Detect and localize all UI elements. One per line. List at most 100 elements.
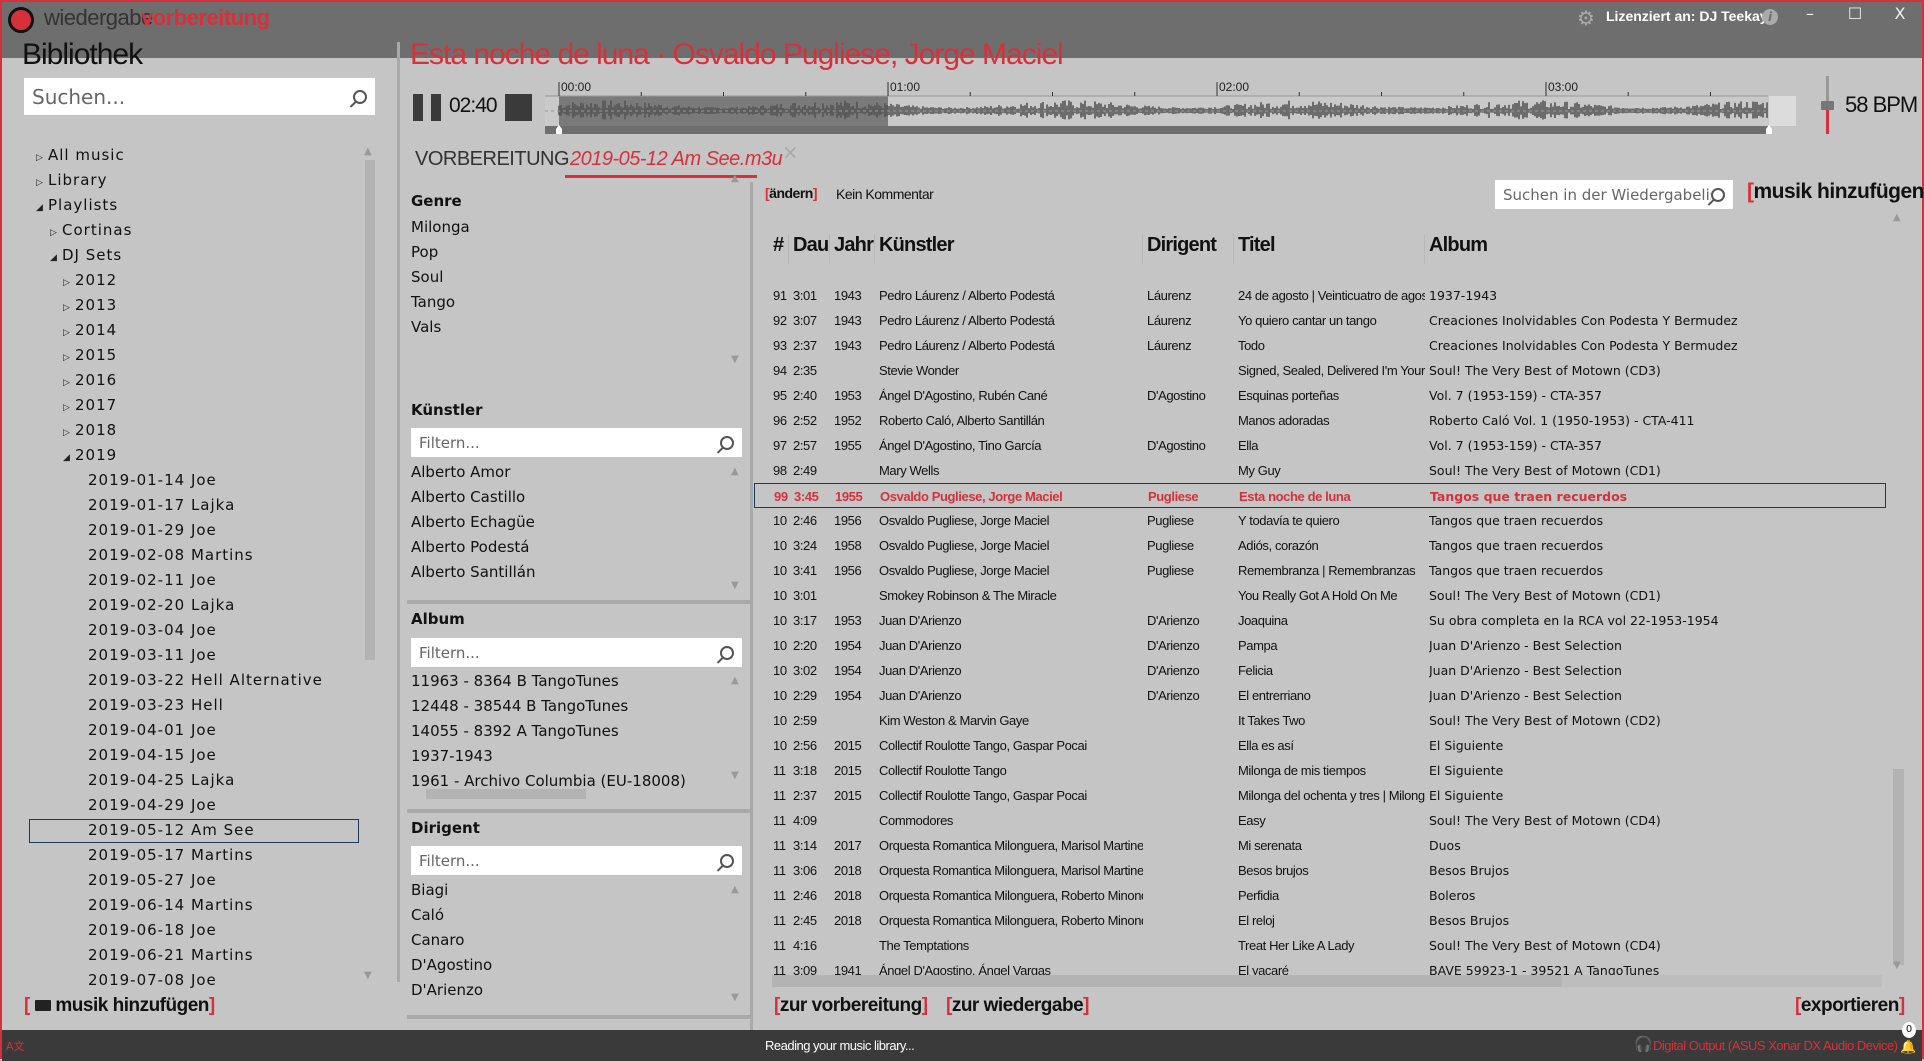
expanded-arrow-icon[interactable]: ◢ [36, 196, 48, 221]
table-row[interactable]: 932:371943Pedro Láurenz / Alberto Podest… [754, 333, 1886, 358]
column-header[interactable]: Album [1424, 234, 1884, 264]
filter-genre-item[interactable]: Soul [411, 265, 443, 290]
scroll-down-icon[interactable]: ▼ [731, 580, 739, 591]
tree-item[interactable]: 2019-02-08 Martins [88, 543, 254, 568]
tree-item[interactable]: ◢2019 [63, 443, 117, 468]
tree-item[interactable]: ▷2016 [63, 368, 117, 393]
scroll-up-icon[interactable]: ▲ [731, 675, 739, 686]
filter-conductor-item[interactable]: D'Agostino [411, 953, 492, 978]
table-row[interactable]: 113:062018Orquesta Romantica Milonguera,… [754, 858, 1886, 883]
tab-playlist[interactable]: 2019-05-12 Am See.m3u [570, 148, 782, 171]
filter-genre-item[interactable]: Pop [411, 240, 438, 265]
to-prepare-button[interactable]: [zur vorbereitung] [774, 995, 928, 1017]
waveform[interactable]: 00:0001:0002:0003:00 [545, 76, 1808, 136]
tree-item[interactable]: 2019-03-23 Hell [88, 693, 224, 718]
filter-album-item[interactable]: 1937-1943 [411, 744, 493, 769]
playlist-vscroll-thumb[interactable] [1893, 769, 1904, 965]
filter-album-input[interactable]: Filtern... [411, 638, 742, 667]
to-playback-button[interactable]: [zur wiedergabe] [946, 995, 1089, 1017]
filter-genre-item[interactable]: Tango [411, 290, 455, 315]
tree-item[interactable]: ▷2013 [63, 293, 117, 318]
export-button[interactable]: [exportieren] [1795, 995, 1905, 1017]
tree-item[interactable]: ◢Playlists [36, 193, 118, 218]
scroll-up-icon[interactable]: ▲ [731, 884, 739, 895]
mode-prepare-tab[interactable]: vorbereitung [141, 5, 269, 31]
tree-item[interactable]: 2019-01-14 Joe [88, 468, 217, 493]
filter-artist-input[interactable]: Filtern... [411, 428, 742, 457]
tree-item[interactable]: 2019-04-15 Joe [88, 743, 217, 768]
table-row[interactable]: 923:071943Pedro Láurenz / Alberto Podest… [754, 308, 1886, 333]
tree-item[interactable]: 2019-07-08 Joe [88, 968, 217, 993]
panel-separator[interactable] [407, 1015, 750, 1019]
search-icon[interactable] [720, 854, 734, 868]
tree-item[interactable]: ▷2015 [63, 343, 117, 368]
library-add-music-button[interactable]: [ musik hinzufügen] [24, 995, 215, 1017]
pause-button[interactable] [413, 94, 441, 121]
gear-icon[interactable]: ⚙ [1577, 6, 1595, 30]
filter-artist-item[interactable]: Alberto Echagüe [411, 510, 535, 535]
tree-item[interactable]: 2019-06-21 Martins [88, 943, 254, 968]
volume-slider[interactable] [1826, 76, 1829, 134]
tree-item[interactable]: 2019-06-14 Martins [88, 893, 254, 918]
tree-item[interactable]: 2019-06-18 Joe [88, 918, 217, 943]
scroll-up-icon[interactable]: ▲ [731, 173, 739, 184]
column-divider[interactable] [750, 182, 753, 1032]
panel-separator[interactable] [407, 600, 750, 604]
tree-item[interactable]: 2019-01-17 Lajka [88, 493, 235, 518]
tree-item[interactable]: ▷Cortinas [50, 218, 132, 243]
table-row[interactable]: 103:171953Juan D'ArienzoD'ArienzoJoaquin… [754, 608, 1886, 633]
table-row[interactable]: 112:372015Collectif Roulotte Tango, Gasp… [754, 783, 1886, 808]
table-row[interactable]: 982:49Mary WellsMy GuySoul! The Very Bes… [754, 458, 1886, 483]
table-row[interactable]: 103:411956Osvaldo Pugliese, Jorge Maciel… [754, 558, 1886, 583]
table-row[interactable]: 972:571955Ángel D'Agostino, Tino GarcíaD… [754, 433, 1886, 458]
filter-artist-item[interactable]: Alberto Castillo [411, 485, 525, 510]
table-row[interactable]: 112:462018Orquesta Romantica Milonguera,… [754, 883, 1886, 908]
filter-conductor-item[interactable]: Biagi [411, 878, 448, 903]
table-row[interactable]: 993:451955Osvaldo Pugliese, Jorge Maciel… [754, 483, 1886, 508]
table-row[interactable]: 103:241958Osvaldo Pugliese, Jorge Maciel… [754, 533, 1886, 558]
scroll-down-icon[interactable]: ▼ [731, 770, 739, 781]
table-row[interactable]: 962:521952Roberto Caló, Alberto Santillá… [754, 408, 1886, 433]
playlist-search-input[interactable]: Suchen in der Wiedergabelist [1495, 180, 1733, 209]
library-search-input[interactable]: Suchen... [24, 78, 375, 115]
tree-item[interactable]: ▷Library [36, 168, 107, 193]
search-icon[interactable] [720, 646, 734, 660]
scroll-down-icon[interactable]: ▼ [731, 992, 739, 1003]
tree-item[interactable]: 2019-05-27 Joe [88, 868, 217, 893]
tree-item[interactable]: 2019-03-04 Joe [88, 618, 217, 643]
filter-conductor-item[interactable]: Canaro [411, 928, 464, 953]
filter-artist-item[interactable]: Alberto Podestá [411, 535, 530, 560]
table-row[interactable]: 112:452018Orquesta Romantica Milonguera,… [754, 908, 1886, 933]
search-icon[interactable] [720, 436, 734, 450]
table-row[interactable]: 114:16The TemptationsTreat Her Like A La… [754, 933, 1886, 958]
table-row[interactable]: 113:182015Collectif Roulotte TangoMilong… [754, 758, 1886, 783]
close-tab-icon[interactable]: × [782, 140, 799, 164]
table-row[interactable]: 114:09CommodoresEasySoul! The Very Best … [754, 808, 1886, 833]
table-row[interactable]: 102:59Kim Weston & Marvin GayeIt Takes T… [754, 708, 1886, 733]
tree-item[interactable]: 2019-03-22 Hell Alternative [88, 668, 323, 693]
search-icon[interactable] [1711, 188, 1725, 202]
table-row[interactable]: 103:021954Juan D'ArienzoD'ArienzoFelicia… [754, 658, 1886, 683]
bell-icon[interactable]: 🔔 [1900, 1040, 1916, 1055]
column-header[interactable]: Künstler [874, 234, 1142, 264]
tree-item[interactable]: 2019-04-01 Joe [88, 718, 217, 743]
waveform-seekbar[interactable]: 00:0001:0002:0003:00 [545, 76, 1808, 136]
tree-item[interactable]: ▷All music [36, 143, 125, 168]
tree-item[interactable]: ◢DJ Sets [50, 243, 122, 268]
hscroll-thumb[interactable] [772, 975, 1562, 987]
scroll-down-icon[interactable]: ▼ [731, 354, 739, 365]
filter-artist-item[interactable]: Alberto Amor [411, 460, 510, 485]
playlist-add-music-button[interactable]: [musik hinzufügen] [1747, 180, 1924, 204]
expanded-arrow-icon[interactable]: ◢ [50, 246, 62, 271]
table-row[interactable]: 103:01Smokey Robinson & The MiracleYou R… [754, 583, 1886, 608]
change-comment-button[interactable]: [ändern] [765, 185, 817, 201]
album-hscroll[interactable] [426, 789, 586, 799]
column-header[interactable]: Dirigent [1142, 234, 1233, 264]
panel-separator[interactable] [407, 809, 750, 813]
tree-item[interactable]: ▷2017 [63, 393, 117, 418]
table-row[interactable]: 102:461956Osvaldo Pugliese, Jorge Maciel… [754, 508, 1886, 533]
filter-album-item[interactable]: 12448 - 38544 B TangoTunes [411, 694, 628, 719]
language-selector[interactable]: A文 [6, 1038, 25, 1054]
scroll-down-icon[interactable]: ▼ [364, 970, 372, 981]
tree-item[interactable]: ▷2012 [63, 268, 117, 293]
